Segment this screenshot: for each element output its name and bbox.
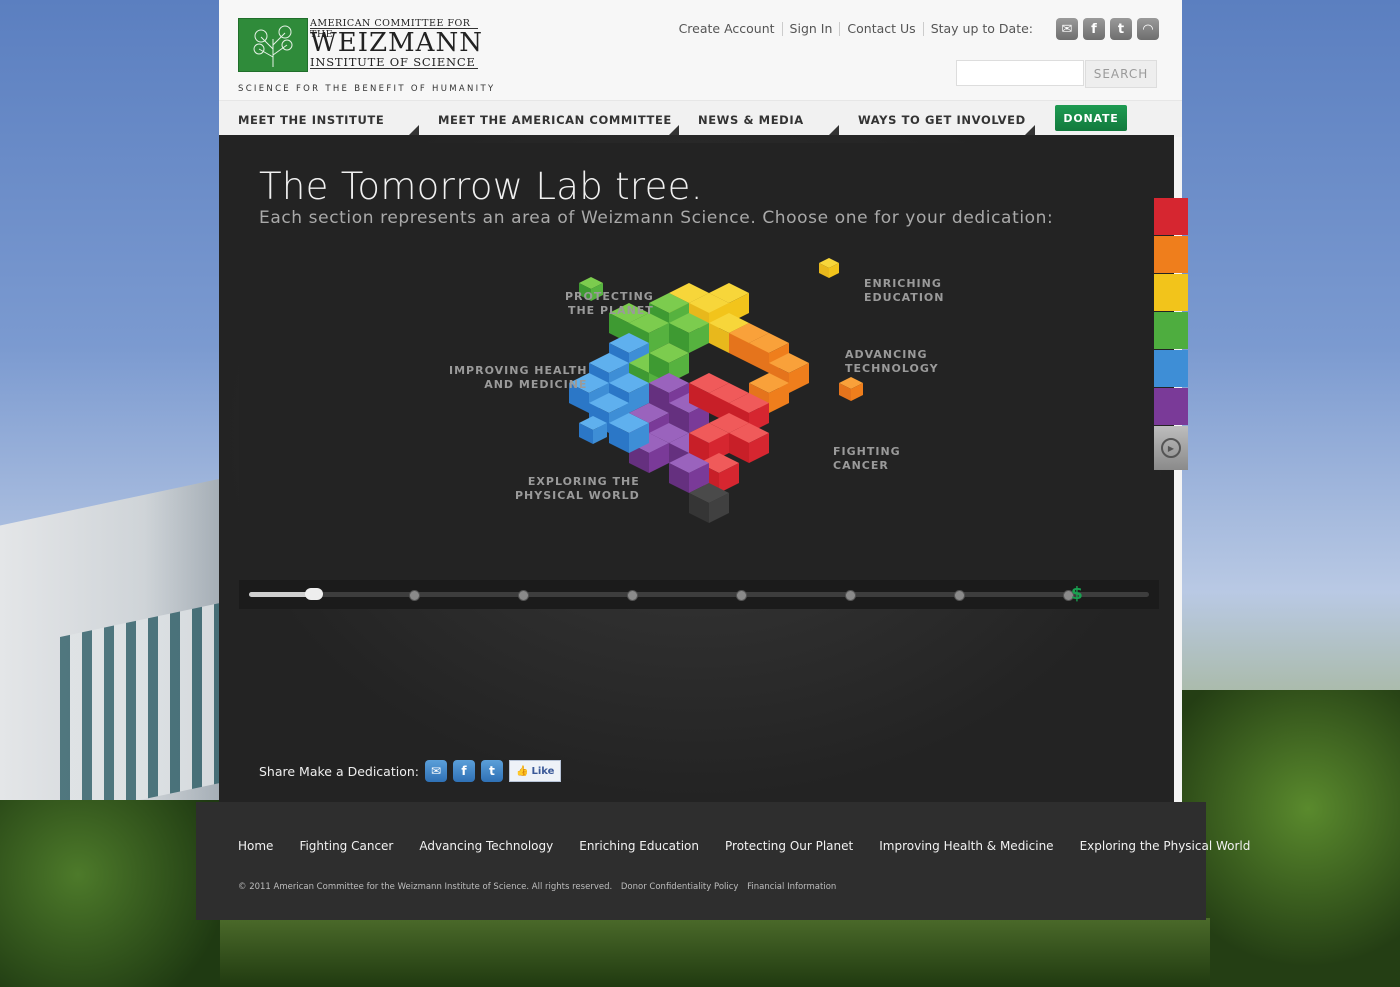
contact-us-link[interactable]: Contact Us <box>840 22 924 36</box>
donate-button[interactable]: DONATE <box>1055 105 1127 131</box>
footer-link-improving-health[interactable]: Improving Health & Medicine <box>879 839 1053 853</box>
background-windows <box>60 602 220 818</box>
footer-link-enriching-education[interactable]: Enriching Education <box>579 839 699 853</box>
nav-meet-the-institute[interactable]: MEET THE INSTITUTE <box>238 113 384 127</box>
footer-link-fighting-cancer[interactable]: Fighting Cancer <box>299 839 393 853</box>
facebook-icon[interactable]: f <box>1083 18 1105 40</box>
slider-step-dot[interactable] <box>518 590 529 601</box>
slider-step-dot[interactable] <box>954 590 965 601</box>
tab-physical-world[interactable] <box>1154 388 1188 425</box>
share-email-icon[interactable]: ✉ <box>425 760 447 782</box>
page-subtitle: Each section represents an area of Weizm… <box>259 208 1054 228</box>
site-header: AMERICAN COMMITTEE FOR THE WEIZMANN INST… <box>219 0 1182 100</box>
footer-link-protecting-our-planet[interactable]: Protecting Our Planet <box>725 839 853 853</box>
tab-technology[interactable] <box>1154 236 1188 273</box>
footer-link-exploring-physical-world[interactable]: Exploring the Physical World <box>1080 839 1251 853</box>
create-account-link[interactable]: Create Account <box>672 22 783 36</box>
donor-confidentiality-link[interactable]: Donor Confidentiality Policy <box>621 882 739 892</box>
tree-label-technology[interactable]: ADVANCING TECHNOLOGY <box>845 348 939 376</box>
logo-rule-bottom <box>310 68 478 69</box>
financial-information-link[interactable]: Financial Information <box>747 882 836 892</box>
tree-cubes-graphic <box>569 258 863 523</box>
tree-label-physical[interactable]: EXPLORING THE PHYSICAL WORLD <box>515 475 640 503</box>
slider-step-dot[interactable] <box>409 590 420 601</box>
share-facebook-icon[interactable]: f <box>453 760 475 782</box>
tomorrow-lab-tree: PROTECTING THE PLANET ENRICHING EDUCATION … <box>409 253 943 563</box>
share-twitter-icon[interactable]: t <box>481 760 503 782</box>
dedication-slider[interactable]: $ <box>239 580 1159 609</box>
tree-emblem-icon <box>238 18 308 72</box>
tab-play[interactable]: ▶ <box>1154 426 1188 470</box>
thumbs-up-icon: 👍 <box>516 765 529 777</box>
weizmann-logo[interactable]: AMERICAN COMMITTEE FOR THE WEIZMANN INST… <box>238 18 493 96</box>
page-card: AMERICAN COMMITTEE FOR THE WEIZMANN INST… <box>219 0 1182 802</box>
search-input[interactable] <box>956 60 1084 86</box>
share-label: Share Make a Dedication: <box>259 763 419 779</box>
background-plants-bottom <box>220 918 1210 987</box>
slider-track <box>249 592 1149 597</box>
tab-planet[interactable] <box>1154 312 1188 349</box>
nav-corner-icon <box>829 125 839 135</box>
tab-education[interactable] <box>1154 274 1188 311</box>
tree-label-health[interactable]: IMPROVING HEALTH AND MEDICINE <box>449 364 587 392</box>
tree-label-cancer[interactable]: FIGHTING CANCER <box>833 445 901 473</box>
tab-health[interactable] <box>1154 350 1188 387</box>
share-bar: Share Make a Dedication: ✉ f t 👍 Like <box>259 760 562 782</box>
nav-news-media[interactable]: NEWS & MEDIA <box>698 113 804 127</box>
rss-icon[interactable]: ◠ <box>1137 18 1159 40</box>
slider-step-dot[interactable] <box>736 590 747 601</box>
page-title: The Tomorrow Lab tree. <box>259 165 703 208</box>
logo-tagline: SCIENCE FOR THE BENEFIT OF HUMANITY <box>238 84 496 94</box>
tree-label-protecting[interactable]: PROTECTING THE PLANET <box>565 290 654 318</box>
sign-in-link[interactable]: Sign In <box>783 22 841 36</box>
nav-corner-icon <box>1025 125 1035 135</box>
slider-step-dot[interactable] <box>845 590 856 601</box>
play-icon: ▶ <box>1161 438 1181 458</box>
dollar-icon[interactable]: $ <box>1071 584 1083 604</box>
copyright-text: © 2011 American Committee for the Weizma… <box>238 882 613 892</box>
logo-line-3: INSTITUTE OF SCIENCE <box>310 55 476 69</box>
logo-line-2: WEIZMANN <box>310 28 483 58</box>
slider-thumb[interactable] <box>305 588 323 600</box>
nav-corner-icon <box>409 125 419 135</box>
footer-link-advancing-technology[interactable]: Advancing Technology <box>419 839 553 853</box>
like-button[interactable]: 👍 Like <box>509 760 562 782</box>
dedication-stage: The Tomorrow Lab tree. Each section repr… <box>219 135 1174 802</box>
search-button[interactable]: SEARCH <box>1085 60 1157 88</box>
nav-corner-icon <box>669 125 679 135</box>
nav-ways-to-get-involved[interactable]: WAYS TO GET INVOLVED <box>858 113 1026 127</box>
footer-links: Home Fighting Cancer Advancing Technolog… <box>238 839 1250 853</box>
nav-meet-the-american-committee[interactable]: MEET THE AMERICAN COMMITTEE <box>438 113 672 127</box>
tab-cancer[interactable] <box>1154 198 1188 235</box>
email-icon[interactable]: ✉ <box>1056 18 1078 40</box>
footer-copyright: © 2011 American Committee for the Weizma… <box>238 882 842 892</box>
footer-link-home[interactable]: Home <box>238 839 273 853</box>
social-icons: ✉ f t ◠ <box>1056 18 1159 40</box>
site-footer: Home Fighting Cancer Advancing Technolog… <box>196 802 1250 920</box>
category-tabs: ▶ <box>1154 198 1188 471</box>
main-nav: MEET THE INSTITUTE MEET THE AMERICAN COM… <box>219 100 1182 137</box>
tree-label-enriching[interactable]: ENRICHING EDUCATION <box>864 277 944 305</box>
stay-up-to-date-label: Stay up to Date: <box>930 21 1033 36</box>
slider-step-dot[interactable] <box>627 590 638 601</box>
twitter-icon[interactable]: t <box>1110 18 1132 40</box>
top-links: Create Account Sign In Contact Us Stay u… <box>672 22 1040 36</box>
